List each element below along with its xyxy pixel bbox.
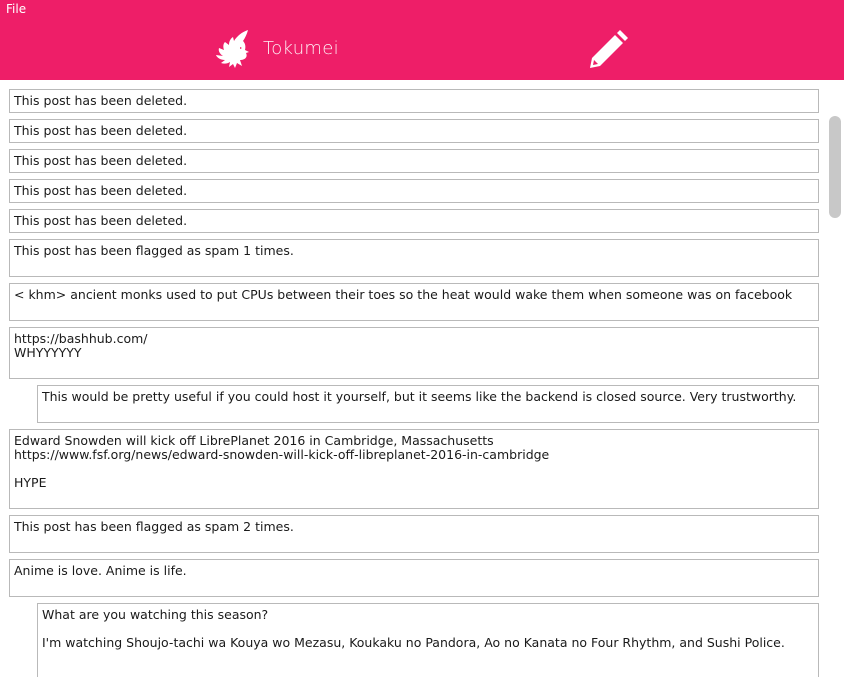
scrollbar[interactable] [826,80,844,677]
post-item[interactable]: Anime is love. Anime is life. [9,559,819,597]
app-window: File Tokumei This post has been deleted.… [0,0,844,677]
scroll-thumb[interactable] [829,116,841,218]
eagle-icon [216,30,249,68]
post-item[interactable]: What are you watching this season? I'm w… [37,603,819,677]
post-item[interactable]: This post has been deleted. [9,179,819,203]
post-item[interactable]: This post has been flagged as spam 2 tim… [9,515,819,553]
post-item[interactable]: This would be pretty useful if you could… [37,385,819,423]
pencil-icon[interactable] [588,30,628,70]
app-title: Tokumei [263,38,339,59]
post-item[interactable]: < khm> ancient monks used to put CPUs be… [9,283,819,321]
post-feed: This post has been deleted. This post has… [0,80,826,677]
header-bar: File Tokumei [0,0,844,80]
post-item[interactable]: This post has been deleted. [9,209,819,233]
post-item[interactable]: https://bashhub.com/ WHYYYYYY [9,327,819,379]
menu-file[interactable]: File [6,1,26,17]
post-item[interactable]: This post has been deleted. [9,89,819,113]
post-item[interactable]: This post has been deleted. [9,119,819,143]
post-item[interactable]: This post has been flagged as spam 1 tim… [9,239,819,277]
post-item[interactable]: This post has been deleted. [9,149,819,173]
post-item[interactable]: Edward Snowden will kick off LibrePlanet… [9,429,819,509]
